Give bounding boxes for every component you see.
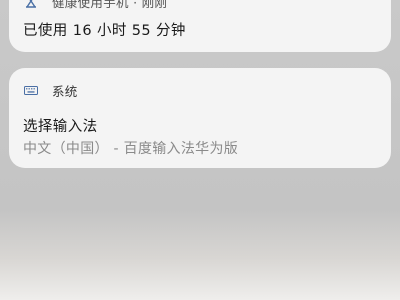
notification-app-name: 系统 bbox=[52, 83, 78, 99]
hourglass-icon bbox=[24, 0, 38, 8]
notification-header: 系统 bbox=[24, 81, 78, 99]
notification-title: 已使用 16 小时 55 分钟 bbox=[23, 23, 186, 39]
keyboard-icon bbox=[24, 83, 38, 97]
notification-title: 选择输入法 bbox=[23, 119, 98, 135]
notification-header: 健康使用手机 · 刚刚 bbox=[24, 0, 167, 10]
notification-card-digital-balance[interactable]: 健康使用手机 · 刚刚 已使用 16 小时 55 分钟 bbox=[9, 0, 391, 52]
notification-app-name: 健康使用手机 · 刚刚 bbox=[52, 0, 168, 10]
notification-subtitle: 中文（中国） - 百度输入法华为版 bbox=[23, 141, 239, 157]
notification-card-system[interactable]: 系统 选择输入法 中文（中国） - 百度输入法华为版 bbox=[9, 68, 391, 168]
